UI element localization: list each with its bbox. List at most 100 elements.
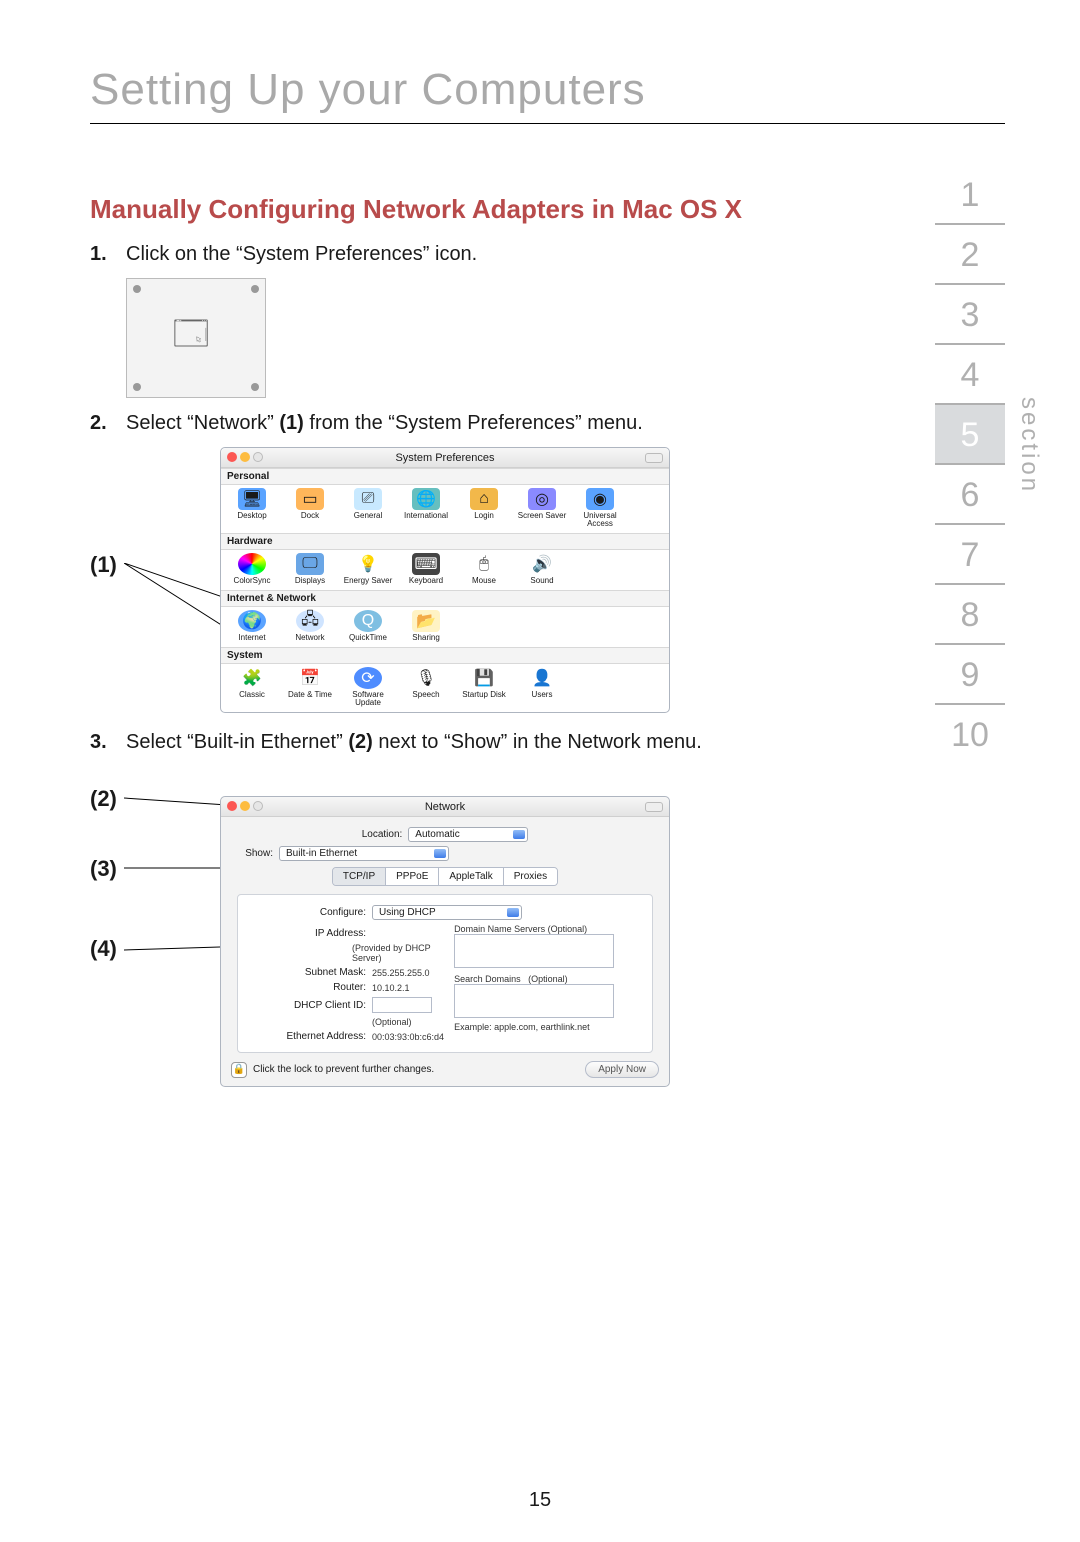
dhcp-label: DHCP Client ID: (246, 1000, 366, 1011)
location-select[interactable]: Automatic (408, 827, 528, 842)
zoom-icon[interactable] (253, 452, 263, 462)
pref-quicktime[interactable]: QQuickTime (343, 610, 393, 642)
section-5[interactable]: 5 (935, 405, 1005, 465)
section-nav: section 1 2 3 4 5 6 7 8 9 10 (935, 165, 1005, 765)
pref-universal[interactable]: ◉Universal Access (575, 488, 625, 528)
location-label: Location: (362, 829, 403, 840)
pref-internet[interactable]: 🌍Internet (227, 610, 277, 642)
tab-appletalk[interactable]: AppleTalk (439, 868, 503, 885)
section-8[interactable]: 8 (935, 585, 1005, 645)
net-traffic-lights[interactable] (227, 801, 263, 811)
pref-network[interactable]: 🖧Network (285, 610, 335, 642)
toolbar-toggle-icon[interactable] (645, 453, 663, 463)
pref-sharing-label: Sharing (412, 634, 440, 642)
pref-datetime-label: Date & Time (288, 691, 332, 699)
pref-login[interactable]: ⌂Login (459, 488, 509, 528)
pref-desktop[interactable]: 🖥Desktop (227, 488, 277, 528)
pref-users[interactable]: 👤Users (517, 667, 567, 707)
sysprefs-window: System Preferences Personal 🖥Desktop ▭Do… (220, 447, 670, 713)
step-3-c: next to “Show” in the Network menu. (378, 731, 701, 753)
row-internet: 🌍Internet 🖧Network QQuickTime 📂Sharing (221, 607, 669, 647)
pref-international-label: International (404, 512, 448, 520)
pref-mouse[interactable]: 🖱Mouse (459, 553, 509, 585)
pref-startup[interactable]: 💾Startup Disk (459, 667, 509, 707)
show-select[interactable]: Built-in Ethernet (279, 846, 449, 861)
pref-softwareupdate[interactable]: ⟳Software Update (343, 667, 393, 707)
close-icon[interactable] (227, 801, 237, 811)
window-traffic-lights[interactable] (227, 452, 263, 462)
dhcp-hint: (Optional) (372, 1017, 412, 1027)
pref-displays[interactable]: 🖵Displays (285, 553, 335, 585)
ip-hint: (Provided by DHCP Server) (352, 943, 444, 963)
minimize-icon[interactable] (240, 801, 250, 811)
section-9[interactable]: 9 (935, 645, 1005, 705)
router-value: 10.10.2.1 (372, 983, 410, 993)
row-personal: 🖥Desktop ▭Dock ⎚General 🌐International ⌂… (221, 485, 669, 533)
lock-icon[interactable]: 🔒 (231, 1062, 247, 1078)
title-rule (90, 123, 1005, 124)
step-2: Select “Network” (1) from the “System Pr… (90, 410, 850, 437)
example-text: Example: apple.com, earthlink.net (454, 1022, 644, 1032)
pref-energy-label: Energy Saver (344, 577, 392, 585)
toolbar-toggle-icon[interactable] (645, 802, 663, 812)
row-hardware: ColorSync 🖵Displays 💡Energy Saver ⌨Keybo… (221, 550, 669, 590)
search-label: Search Domains (454, 974, 521, 984)
pref-sharing[interactable]: 📂Sharing (401, 610, 451, 642)
network-titlebar: Network (221, 797, 669, 817)
dns-textarea[interactable] (454, 934, 614, 968)
pref-datetime[interactable]: 📅Date & Time (285, 667, 335, 707)
tab-proxies[interactable]: Proxies (504, 868, 557, 885)
pref-network-label: Network (295, 634, 324, 642)
router-label: Router: (246, 982, 366, 993)
pref-dock[interactable]: ▭Dock (285, 488, 335, 528)
subnet-label: Subnet Mask: (246, 967, 366, 978)
network-footer: 🔒 Click the lock to prevent further chan… (221, 1053, 669, 1078)
dns-label: Domain Name Servers (454, 924, 545, 934)
pref-startup-label: Startup Disk (462, 691, 506, 699)
pref-quicktime-label: QuickTime (349, 634, 387, 642)
tcpip-panel: Configure: Using DHCP IP Address: (Provi… (237, 894, 653, 1053)
page-number: 15 (0, 1489, 1080, 1512)
apply-now-button[interactable]: Apply Now (585, 1061, 659, 1078)
configure-label: Configure: (246, 907, 366, 918)
pref-international[interactable]: 🌐International (401, 488, 451, 528)
dhcp-input[interactable] (372, 997, 432, 1013)
search-opt: (Optional) (528, 974, 568, 984)
section-7[interactable]: 7 (935, 525, 1005, 585)
callout-1: (1) (90, 552, 117, 578)
section-2[interactable]: 2 (935, 225, 1005, 285)
section-4[interactable]: 4 (935, 345, 1005, 405)
cat-personal: Personal (221, 468, 669, 485)
step-3-bold: (2) (348, 731, 372, 753)
zoom-icon[interactable] (253, 801, 263, 811)
pref-sound[interactable]: 🔊Sound (517, 553, 567, 585)
eth-label: Ethernet Address: (246, 1031, 366, 1042)
pref-speech[interactable]: 🎙Speech (401, 667, 451, 707)
pref-universal-label: Universal Access (575, 512, 625, 528)
pref-colorsync[interactable]: ColorSync (227, 553, 277, 585)
pref-energy[interactable]: 💡Energy Saver (343, 553, 393, 585)
cat-hardware: Hardware (221, 533, 669, 550)
pref-speech-label: Speech (412, 691, 439, 699)
dns-opt: (Optional) (548, 924, 588, 934)
minimize-icon[interactable] (240, 452, 250, 462)
tab-pppoe[interactable]: PPPoE (386, 868, 439, 885)
configure-select[interactable]: Using DHCP (372, 905, 522, 920)
pref-internet-label: Internet (238, 634, 265, 642)
callout-4: (4) (90, 936, 117, 962)
close-icon[interactable] (227, 452, 237, 462)
section-3[interactable]: 3 (935, 285, 1005, 345)
pref-keyboard[interactable]: ⌨Keyboard (401, 553, 451, 585)
step-2-c: from the “System Preferences” menu. (309, 412, 642, 434)
section-10[interactable]: 10 (935, 705, 1005, 765)
step-1-text: Click on the “System Preferences” icon. (126, 243, 477, 265)
pref-screensaver[interactable]: ◎Screen Saver (517, 488, 567, 528)
search-textarea[interactable] (454, 984, 614, 1018)
tab-tcpip[interactable]: TCP/IP (333, 868, 386, 885)
section-6[interactable]: 6 (935, 465, 1005, 525)
pref-general-label: General (354, 512, 382, 520)
pref-general[interactable]: ⎚General (343, 488, 393, 528)
pref-classic[interactable]: 🧩Classic (227, 667, 277, 707)
pref-softwareupdate-label: Software Update (343, 691, 393, 707)
section-1[interactable]: 1 (935, 165, 1005, 225)
